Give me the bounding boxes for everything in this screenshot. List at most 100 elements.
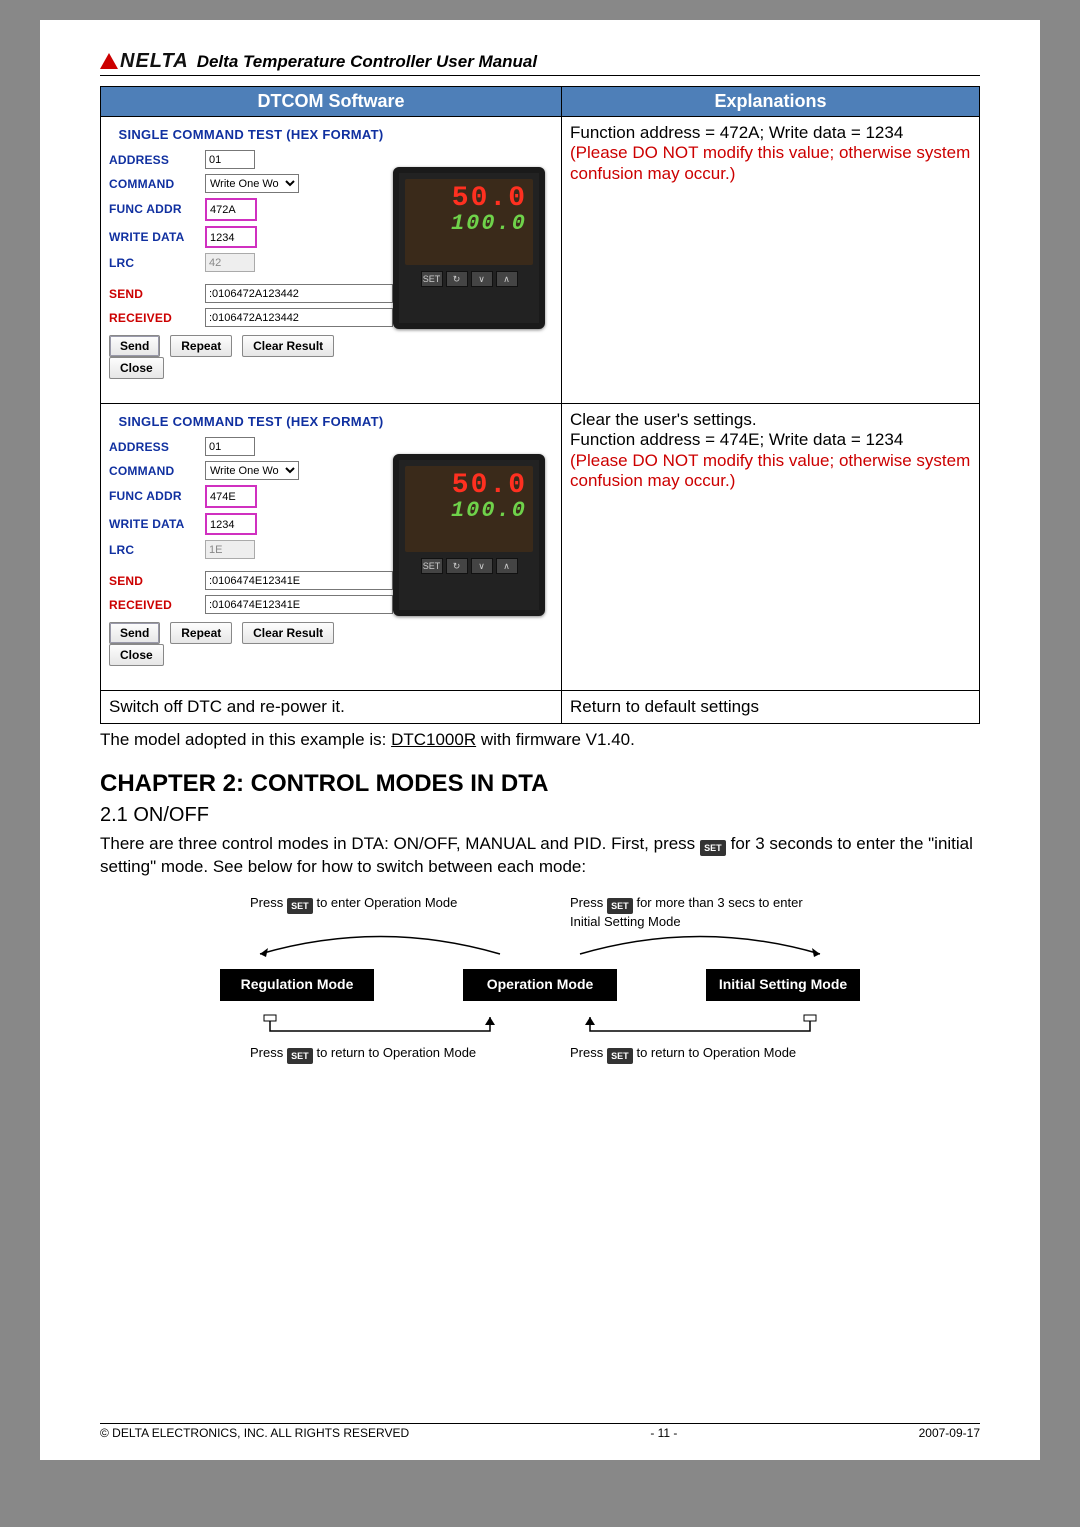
device-illustration-1: 50.0 100.0 SET ↻ ∨ ∧: [393, 167, 545, 329]
set-key-icon: SET: [700, 840, 726, 856]
section-body: There are three control modes in DTA: ON…: [100, 833, 980, 879]
label-send: SEND: [109, 287, 205, 301]
lrc-input-2: [205, 540, 255, 559]
page-footer: © DELTA ELECTRONICS, INC. ALL RIGHTS RES…: [100, 1423, 980, 1440]
brand-triangle-icon: [100, 53, 118, 69]
brand-logo: NELTA: [100, 50, 189, 73]
arrow-bot-left-icon: [250, 1011, 510, 1045]
row3-left: Switch off DTC and re-power it.: [101, 691, 562, 724]
send-string-2: [205, 571, 393, 590]
repeat-button-1[interactable]: Repeat: [170, 335, 232, 357]
label-writedata: WRITE DATA: [109, 230, 205, 244]
diag-cap-top-right: Press SET for more than 3 secs to enter …: [570, 895, 830, 929]
diag-cap-bot-left: Press SET to return to Operation Mode: [250, 1045, 510, 1064]
label-lrc-2: LRC: [109, 543, 205, 557]
close-button-2[interactable]: Close: [109, 644, 164, 666]
label-command-2: COMMAND: [109, 464, 205, 478]
section-heading: 2.1 ON/OFF: [100, 804, 980, 827]
panel-cell-1: SINGLE COMMAND TEST (HEX FORMAT) ADDRESS…: [101, 117, 562, 404]
label-writedata-2: WRITE DATA: [109, 517, 205, 531]
col-header-software: DTCOM Software: [101, 87, 562, 117]
explanation-cell-2: Clear the user's settings. Function addr…: [562, 404, 980, 691]
set-key-icon-d4: SET: [607, 1048, 633, 1064]
panel-title-2: SINGLE COMMAND TEST (HEX FORMAT): [109, 414, 393, 429]
panel-cell-2: SINGLE COMMAND TEST (HEX FORMAT) ADDRESS…: [101, 404, 562, 691]
mode-regulation: Regulation Mode: [220, 969, 374, 1000]
mode-diagram: Press SET to enter Operation Mode Press …: [220, 895, 860, 1063]
set-key-icon-d3: SET: [287, 1048, 313, 1064]
device-sv-1: 100.0: [405, 213, 533, 235]
diag-cap-bot-right: Press SET to return to Operation Mode: [570, 1045, 830, 1064]
clear-button-2[interactable]: Clear Result: [242, 622, 334, 644]
after-note: The model adopted in this example is: DT…: [100, 730, 980, 750]
device-up-btn-1: ∧: [496, 271, 518, 287]
device-pv-1: 50.0: [405, 185, 533, 213]
footer-left: © DELTA ELECTRONICS, INC. ALL RIGHTS RES…: [100, 1426, 409, 1440]
writedata-input-1[interactable]: [207, 229, 255, 246]
set-key-icon-d1: SET: [287, 898, 313, 914]
label-received: RECEIVED: [109, 311, 205, 325]
address-input-1[interactable]: [205, 150, 255, 169]
expl1-warning: (Please DO NOT modify this value; otherw…: [570, 143, 971, 184]
funcaddr-input-2[interactable]: [207, 489, 255, 506]
writedata-input-2[interactable]: [207, 516, 255, 533]
label-lrc: LRC: [109, 256, 205, 270]
after-note-model: DTC1000R: [391, 730, 476, 749]
expl2-line0: Clear the user's settings.: [570, 410, 971, 430]
device-illustration-2: 50.0 100.0 SET ↻ ∨ ∧: [393, 454, 545, 616]
explanation-cell-1: Function address = 472A; Write data = 12…: [562, 117, 980, 404]
lrc-input-1: [205, 253, 255, 272]
label-funcaddr: FUNC ADDR: [109, 202, 205, 216]
label-funcaddr-2: FUNC ADDR: [109, 489, 205, 503]
page-header: NELTA Delta Temperature Controller User …: [100, 50, 980, 76]
funcaddr-input-1[interactable]: [207, 202, 255, 219]
footer-date: 2007-09-17: [919, 1426, 980, 1440]
device-shift-btn-2: ↻: [446, 558, 468, 574]
clear-button-1[interactable]: Clear Result: [242, 335, 334, 357]
label-send-2: SEND: [109, 574, 205, 588]
col-header-explanations: Explanations: [562, 87, 980, 117]
arrow-top-left-icon: [250, 929, 510, 959]
send-button-2[interactable]: Send: [109, 622, 160, 644]
device-sv-2: 100.0: [405, 500, 533, 522]
device-up-btn-2: ∧: [496, 558, 518, 574]
address-input-2[interactable]: [205, 437, 255, 456]
device-set-btn-2: SET: [421, 558, 443, 574]
repeat-button-2[interactable]: Repeat: [170, 622, 232, 644]
device-shift-btn-1: ↻: [446, 271, 468, 287]
command-select-2[interactable]: Write One Wo: [205, 461, 299, 480]
send-string-1: [205, 284, 393, 303]
set-key-icon-d2: SET: [607, 898, 633, 914]
after-note-pre: The model adopted in this example is:: [100, 730, 391, 749]
close-button-1[interactable]: Close: [109, 357, 164, 379]
row3-right: Return to default settings: [562, 691, 980, 724]
command-select-1[interactable]: Write One Wo: [205, 174, 299, 193]
label-address-2: ADDRESS: [109, 440, 205, 454]
label-received-2: RECEIVED: [109, 598, 205, 612]
diag-cap-top-left: Press SET to enter Operation Mode: [250, 895, 510, 929]
body-pre: There are three control modes in DTA: ON…: [100, 834, 700, 853]
arrow-bot-right-icon: [570, 1011, 830, 1045]
device-down-btn-2: ∨: [471, 558, 493, 574]
dtcom-table: DTCOM Software Explanations SINGLE COMMA…: [100, 86, 980, 724]
brand-text: NELTA: [120, 50, 189, 73]
manual-title: Delta Temperature Controller User Manual: [197, 52, 537, 72]
footer-page: - 11 -: [650, 1426, 677, 1440]
expl1-line1: Function address = 472A; Write data = 12…: [570, 123, 971, 143]
device-set-btn-1: SET: [421, 271, 443, 287]
device-down-btn-1: ∨: [471, 271, 493, 287]
mode-operation: Operation Mode: [463, 969, 617, 1000]
arrow-top-right-icon: [570, 929, 830, 959]
label-command: COMMAND: [109, 177, 205, 191]
page: NELTA Delta Temperature Controller User …: [40, 20, 1040, 1460]
received-string-1: [205, 308, 393, 327]
panel-title-1: SINGLE COMMAND TEST (HEX FORMAT): [109, 127, 393, 142]
chapter-heading: CHAPTER 2: CONTROL MODES IN DTA: [100, 770, 980, 798]
expl2-warning: (Please DO NOT modify this value; otherw…: [570, 451, 971, 492]
received-string-2: [205, 595, 393, 614]
label-address: ADDRESS: [109, 153, 205, 167]
expl2-line1: Function address = 474E; Write data = 12…: [570, 430, 971, 450]
mode-initial: Initial Setting Mode: [706, 969, 860, 1000]
send-button-1[interactable]: Send: [109, 335, 160, 357]
after-note-post: with firmware V1.40.: [476, 730, 635, 749]
